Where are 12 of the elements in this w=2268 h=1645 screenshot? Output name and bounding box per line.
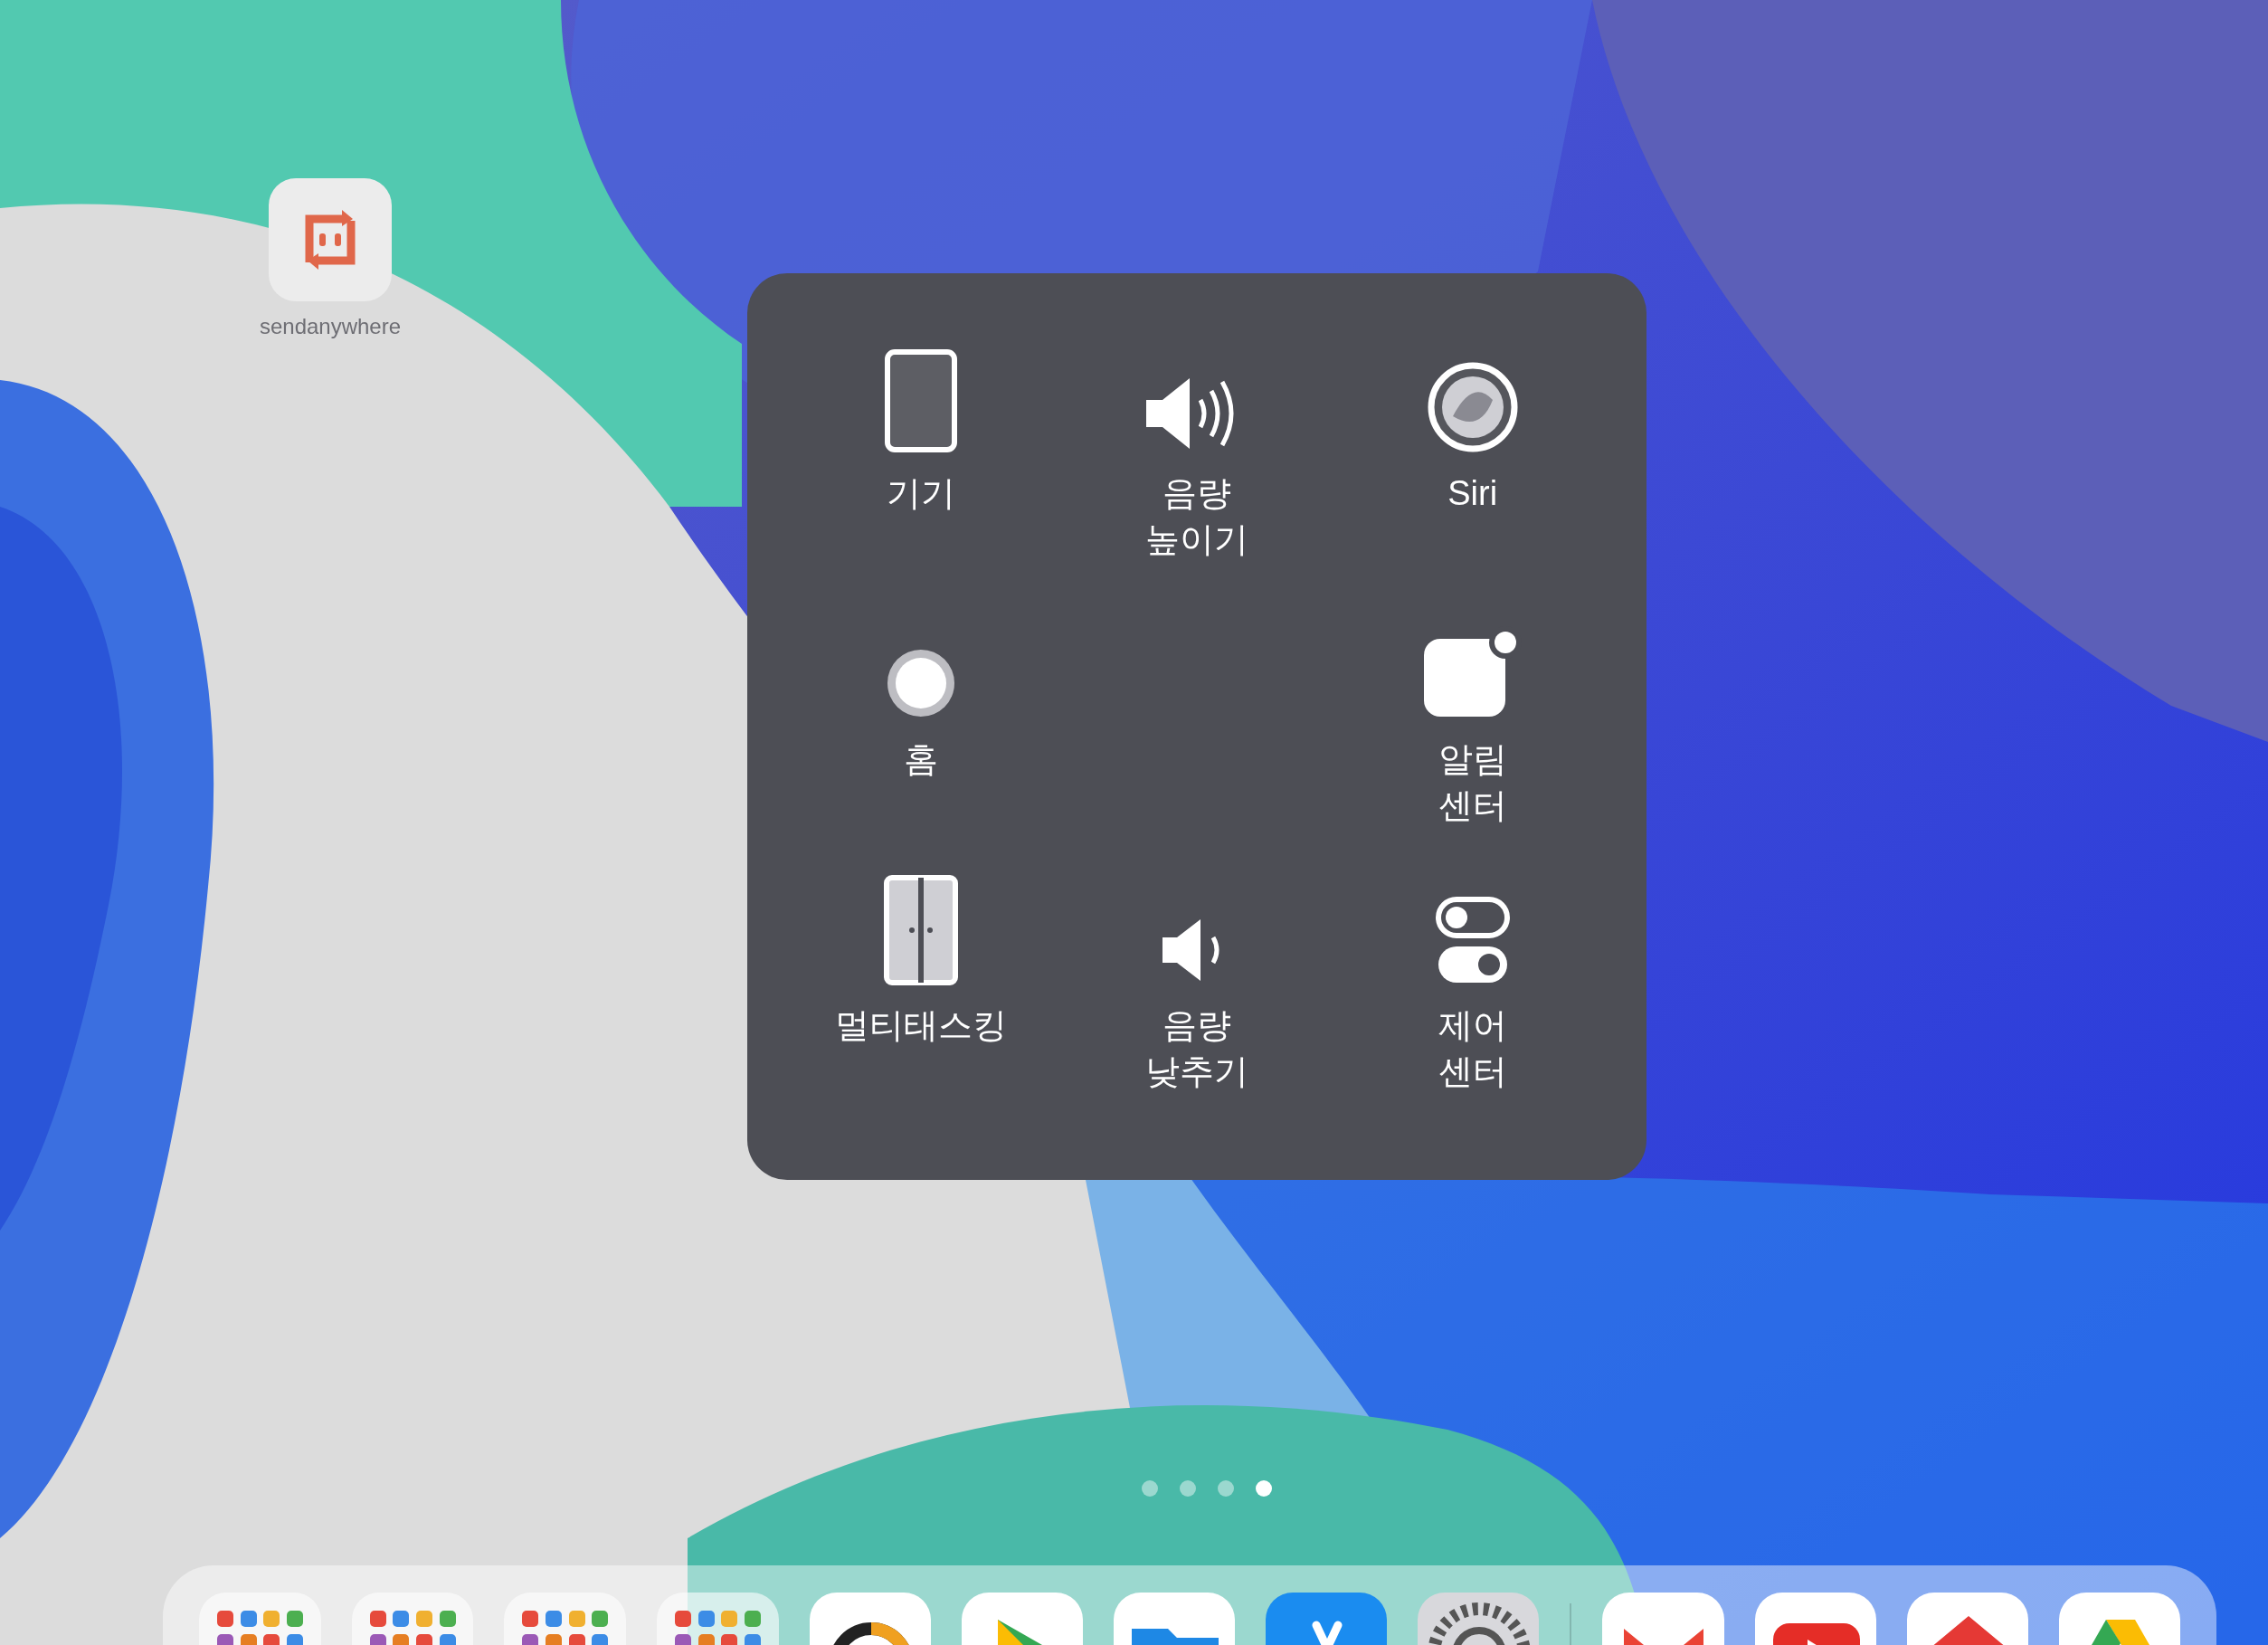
menu-label: Siri [1447, 473, 1498, 514]
menu-label: 제어 센터 [1438, 1005, 1507, 1093]
menu-label: 알림 센터 [1438, 739, 1507, 827]
device-icon[interactable] [883, 347, 960, 454]
menu-label: 멀티태스킹 [835, 1005, 1008, 1046]
menu-label: 음량 낮추기 [1145, 1005, 1248, 1093]
multitasking-icon[interactable] [883, 874, 960, 986]
menu-label: 홈 [904, 739, 939, 780]
menu-label: 기기 [887, 473, 956, 514]
menu-label: 음량 높이기 [1145, 473, 1248, 561]
app-label: sendanywhere [259, 313, 402, 340]
app-icon[interactable] [269, 178, 392, 301]
